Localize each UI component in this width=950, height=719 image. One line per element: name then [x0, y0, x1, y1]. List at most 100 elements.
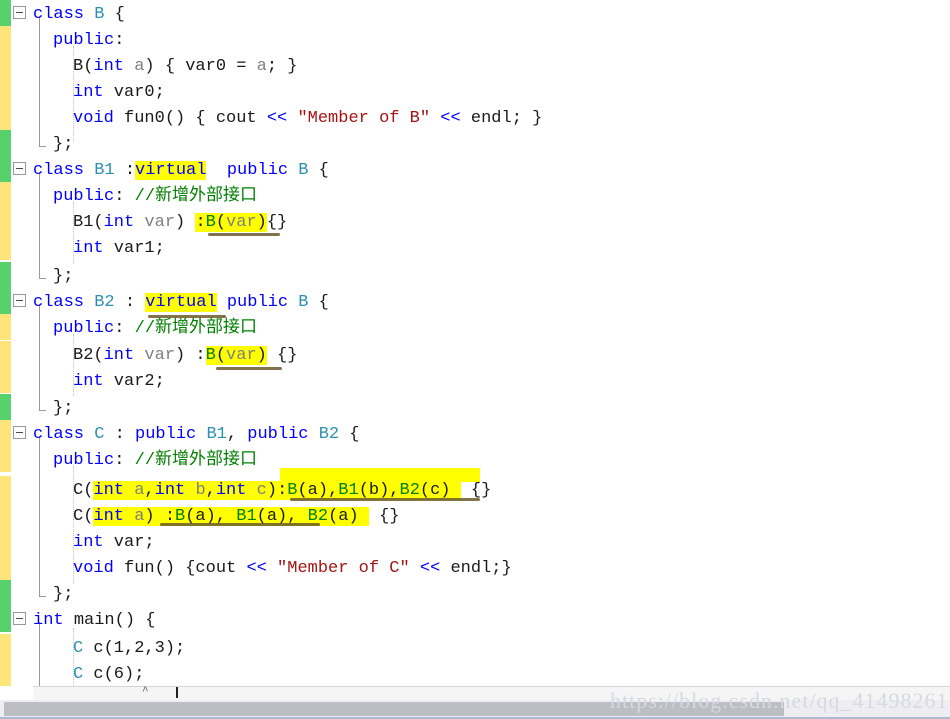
code-token: B2(	[73, 346, 104, 365]
code-line[interactable]: public: //新增外部接口	[33, 316, 257, 342]
change-bar-segment	[0, 104, 11, 130]
code-token: public	[53, 319, 115, 338]
code-token: int	[103, 346, 135, 365]
highlighted-token: ,	[205, 481, 216, 500]
code-line[interactable]: B(int a) { var0 = a; }	[33, 54, 297, 80]
code-token: fun0() { cout	[113, 109, 267, 128]
code-token: ,	[226, 425, 248, 444]
code-token: ; }	[266, 57, 298, 76]
underline-b1-base-init	[208, 233, 280, 236]
code-token: {	[104, 5, 125, 24]
code-token: {}	[368, 507, 400, 526]
highlighted-token: int	[93, 507, 125, 526]
highlighted-token: :	[277, 481, 288, 500]
code-line[interactable]: public:	[33, 28, 124, 54]
code-token: class	[33, 293, 95, 312]
code-token: var1;	[103, 239, 165, 258]
change-bar-segment	[0, 314, 11, 340]
code-line[interactable]: int var1;	[33, 236, 165, 262]
collapse-block-icon[interactable]	[13, 294, 26, 307]
highlighted-token: )	[266, 481, 278, 500]
code-token: int	[73, 533, 104, 552]
code-line[interactable]: int var2;	[33, 369, 165, 395]
code-line[interactable]: };	[33, 132, 73, 158]
code-line[interactable]: B2(int var) :B(var) {}	[33, 343, 297, 369]
highlighted-token: a	[134, 507, 145, 526]
code-token: fun() {cout	[113, 559, 247, 578]
highlighted-token: virtual	[145, 293, 217, 312]
collapse-block-icon[interactable]	[13, 162, 26, 175]
code-line[interactable]: void fun() {cout << ″Member of C″ << end…	[33, 556, 512, 582]
code-token: C	[94, 425, 105, 444]
code-line[interactable]: int main() {	[33, 608, 155, 634]
code-line[interactable]: class B {	[33, 2, 125, 28]
highlighted-token	[124, 481, 135, 500]
code-token: B	[298, 161, 309, 180]
code-token: //新增外部接口	[134, 319, 258, 338]
code-token: {}	[266, 346, 298, 365]
code-token: c(1,2,3);	[83, 639, 186, 658]
highlighted-token	[246, 481, 257, 500]
code-token: var	[144, 346, 176, 365]
code-token: //新增外部接口	[134, 187, 258, 206]
collapse-block-icon[interactable]	[13, 6, 26, 19]
code-line[interactable]: class B1 :virtual public B {	[33, 158, 329, 184]
code-line[interactable]: void fun0() { cout << ″Member of B″ << e…	[33, 106, 542, 132]
code-line[interactable]: C c(1,2,3);	[33, 636, 185, 662]
highlighted-token: B	[205, 213, 216, 232]
code-token: int	[73, 239, 104, 258]
change-bar-segment	[0, 341, 11, 367]
code-line[interactable]: class B2 : virtual public B {	[33, 290, 329, 316]
change-bar-segment	[0, 208, 11, 234]
code-token: {	[308, 293, 329, 312]
code-line[interactable]: };	[33, 582, 73, 608]
code-token: int	[73, 372, 104, 391]
code-line[interactable]: C c(6);	[33, 662, 144, 688]
code-token: B1	[206, 425, 227, 444]
horizontal-scrollbar-track[interactable]	[0, 700, 950, 718]
code-token: B	[298, 293, 309, 312]
underline-b2-virtual	[148, 315, 226, 318]
code-line[interactable]: class C : public B1, public B2 {	[33, 422, 360, 448]
highlighted-token: )	[256, 213, 267, 232]
highlighted-token	[185, 481, 196, 500]
change-bar-segment	[0, 606, 11, 632]
code-token: var	[144, 213, 176, 232]
code-line[interactable]: };	[33, 396, 73, 422]
code-line[interactable]: };	[33, 264, 73, 290]
outlining-fold-column[interactable]	[11, 0, 33, 719]
code-line[interactable]: public: //新增外部接口	[33, 448, 257, 474]
change-bar-segment	[0, 660, 11, 686]
code-line[interactable]: C(int a) :B(a), B1(a), B2(a) {}	[33, 504, 400, 530]
code-token: B1	[94, 161, 115, 180]
highlighted-token: (	[215, 346, 227, 365]
change-bar-segment	[0, 156, 11, 182]
code-token: var2;	[103, 372, 165, 391]
code-line[interactable]: public: //新增外部接口	[33, 184, 257, 210]
code-token: c(6);	[83, 665, 145, 684]
code-token: void	[73, 559, 114, 578]
change-bar-segment	[0, 394, 11, 420]
code-token: class	[33, 161, 95, 180]
horizontal-scrollbar-thumb[interactable]	[4, 702, 784, 716]
code-token: {	[308, 161, 329, 180]
code-editor[interactable]: class B {public: B(int a) { var0 = a; } in…	[0, 0, 950, 719]
code-token: var;	[103, 533, 155, 552]
code-token: a	[256, 57, 267, 76]
code-line[interactable]: int var;	[33, 530, 155, 556]
change-bar-segment	[0, 288, 11, 314]
code-token: ″Member of C″	[277, 559, 410, 578]
code-token: main	[73, 611, 115, 630]
collapse-block-icon[interactable]	[13, 612, 26, 625]
code-token: C(	[73, 507, 94, 526]
code-line[interactable]: int var0;	[33, 80, 165, 106]
code-token: ) :	[175, 346, 206, 365]
code-token: int	[103, 213, 135, 232]
code-token: )	[175, 213, 196, 232]
code-token: };	[53, 135, 74, 154]
code-token: B1(	[73, 213, 104, 232]
collapse-block-icon[interactable]	[13, 426, 26, 439]
